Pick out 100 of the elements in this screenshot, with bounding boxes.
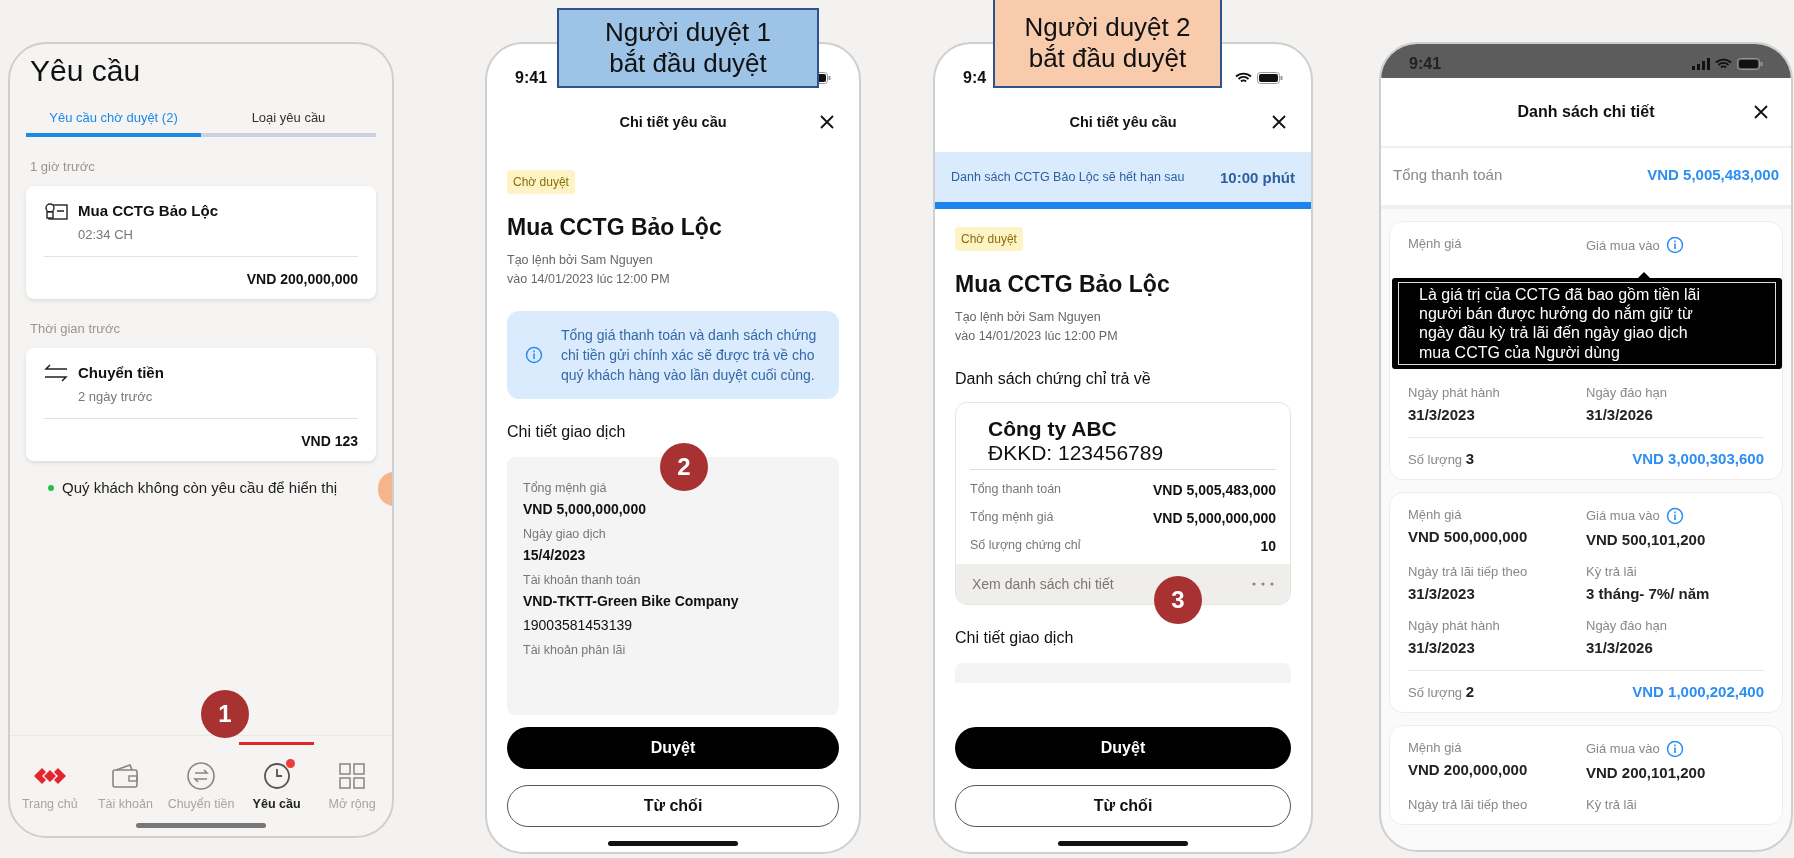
company-name: Công ty ABC (987, 416, 1118, 441)
field-label: Giá mua vào (1586, 508, 1660, 524)
field-value: VND 500,101,200 (1586, 530, 1707, 548)
expiry-text: Danh sách CCTG Bảo Lộc sẽ hết hạn sau (951, 170, 1186, 184)
grid-icon (339, 763, 366, 789)
row-label: Tổng mệnh giá (970, 509, 1054, 526)
wifi-icon (1235, 72, 1252, 84)
request-title: Mua CCTG Bảo Lộc (507, 214, 723, 241)
battery-icon (1737, 58, 1763, 70)
info-icon[interactable] (1665, 236, 1684, 254)
field-value: VND 500,000,000 (1408, 527, 1529, 545)
field-label: Mệnh giá (1408, 236, 1462, 251)
nav-label: Trang chủ (21, 797, 78, 811)
quantity: Số lượng 2 (1408, 682, 1475, 700)
field-value: 31/3/2023 (1408, 584, 1476, 602)
reject-button[interactable]: Từ chối (507, 785, 839, 827)
total-amount: VND 5,005,483,000 (1647, 166, 1779, 183)
card-amount: VND 1,000,202,400 (1632, 682, 1764, 700)
field-value: VND 200,000,000 (1408, 760, 1529, 778)
created-at: vào 14/01/2023 lúc 12:00 PM (507, 270, 671, 288)
field-value: VND 5,000,000,000 (523, 501, 647, 518)
status-tag: Chờ duyệt (955, 227, 1023, 251)
field-value: 19003581453139 (523, 617, 633, 634)
group-heading: Thời gian trước (30, 321, 122, 336)
request-amount: VND 200,000,000 (44, 256, 358, 287)
row-value: VND 5,005,483,000 (1153, 481, 1276, 498)
status-time: 9:41 (1409, 55, 1443, 73)
status-tag: Chờ duyệt (507, 170, 575, 194)
nav-tab[interactable]: Yêu cầu (238, 742, 315, 811)
field-label: Tài khoản phân lãi (523, 643, 627, 658)
field-label: Mệnh giá (1408, 506, 1462, 522)
request-time: 02:34 CH (78, 227, 134, 242)
field-label: Giá mua vào (1586, 741, 1660, 757)
more-icon[interactable] (1252, 581, 1274, 586)
request-card[interactable]: Mua CCTG Bảo Lộc 02:34 CH VND 200,000,000 (26, 186, 376, 299)
screen-title: Chi tiết yêu cầu (1069, 114, 1177, 130)
request-title: Chuyển tiền (78, 364, 164, 381)
certificate-icon (44, 202, 68, 222)
field-label: Giá mua vào (1586, 237, 1660, 253)
row-label: Số lượng chứng chỉ (970, 537, 1081, 554)
info-icon[interactable] (525, 345, 543, 364)
approve-button[interactable]: Duyệt (507, 727, 839, 769)
section-heading: Danh sách chứng chỉ trả về (955, 369, 1152, 388)
created-by: Tạo lệnh bởi Sam Nguyen (955, 309, 1102, 326)
row-value: VND 5,000,000,000 (1153, 509, 1276, 526)
field-label: Ngày đáo hạn (1586, 617, 1667, 633)
view-details-link[interactable]: Xem danh sách chi tiết (972, 575, 1114, 592)
signal-icon (1692, 58, 1710, 70)
callout-label: Người duyệt 1 bắt đầu duyệt (557, 8, 819, 88)
info-icon[interactable] (1665, 506, 1684, 525)
close-icon[interactable] (1271, 114, 1287, 130)
registration-number: ĐKKD: 123456789 (970, 440, 1276, 470)
quantity: Số lượng 3 (1408, 449, 1475, 467)
empty-message: Quý khách không còn yêu cầu để hiển thị (62, 479, 338, 496)
field-value: 31/3/2026 (1586, 638, 1654, 656)
countdown: 10:00 phút (1220, 168, 1295, 186)
status-time: 9:41 (515, 69, 549, 87)
request-card[interactable]: Chuyển tiền 2 ngày trước VND 123 (26, 348, 376, 461)
nav-label: Yêu cầu (252, 797, 301, 811)
approve-button[interactable]: Duyệt (955, 727, 1291, 769)
info-icon[interactable] (1665, 739, 1684, 758)
page-title: Yêu cầu (30, 54, 142, 88)
info-text: Tổng giá thanh toán và danh sách chứng chỉ tiền gửi chính xác sẽ được trả về cho quý khách hàng vào lần duyệt cuối cùng. (561, 325, 818, 386)
field-label: Kỳ trả lãi (1586, 563, 1637, 579)
transfer-icon (186, 761, 216, 791)
row-value: 10 (1260, 537, 1276, 554)
nav-label: Chuyển tiền (167, 797, 235, 811)
row-label: Tổng thanh toán (970, 481, 1062, 498)
callout-label: Người duyệt 2 bắt đầu duyệt (993, 0, 1222, 88)
wifi-icon (1715, 58, 1732, 70)
nav-label: Mở rộng (328, 797, 376, 811)
close-icon[interactable] (1753, 104, 1769, 120)
field-value: VND 200,101,200 (1586, 763, 1707, 781)
created-at: vào 14/01/2023 lúc 12:00 PM (955, 327, 1119, 345)
field-label: Ngày trả lãi tiếp theo (1408, 563, 1528, 579)
status-dot-icon (48, 484, 54, 491)
total-label: Tổng thanh toán (1393, 166, 1503, 183)
screen-title: Chi tiết yêu cầu (619, 114, 727, 130)
request-title: Mua CCTG Bảo Lộc (78, 202, 218, 219)
request-title: Mua CCTG Bảo Lộc (955, 271, 1171, 298)
field-value: 15/4/2023 (523, 547, 587, 564)
field-label: Tài khoản thanh toán (523, 573, 642, 588)
clock-icon (262, 762, 291, 790)
tab[interactable]: Loại yêu cầu (201, 104, 376, 137)
group-heading: 1 giờ trước (30, 159, 96, 174)
field-label: Tổng mệnh giá (523, 481, 608, 496)
field-value: 31/3/2023 (1408, 405, 1476, 423)
reject-button[interactable]: Từ chối (955, 785, 1291, 827)
battery-icon (1257, 72, 1283, 84)
section-heading: Chi tiết giao dịch (507, 423, 627, 442)
field-value: 3 tháng- 7%/ năm (1586, 584, 1711, 602)
field-value: VND-TKTT-Green Bike Company (523, 593, 740, 610)
tooltip-text: Là giá trị của CCTG đã bao gồm tiền lãi người bán được hưởng do nắm giữ từ ngày đầu kỳ trả lãi đến ngày giao dịch mua CCTG của Người dùng (1398, 282, 1776, 365)
transfer-arrows-icon (44, 364, 68, 382)
field-label: Kỳ trả lãi (1586, 796, 1637, 812)
field-label: Ngày phát hành (1408, 384, 1500, 400)
request-time: 2 ngày trước (78, 389, 154, 404)
wallet-icon (111, 763, 140, 789)
section-heading: Chi tiết giao dịch (955, 628, 1075, 647)
close-icon[interactable] (819, 114, 835, 130)
